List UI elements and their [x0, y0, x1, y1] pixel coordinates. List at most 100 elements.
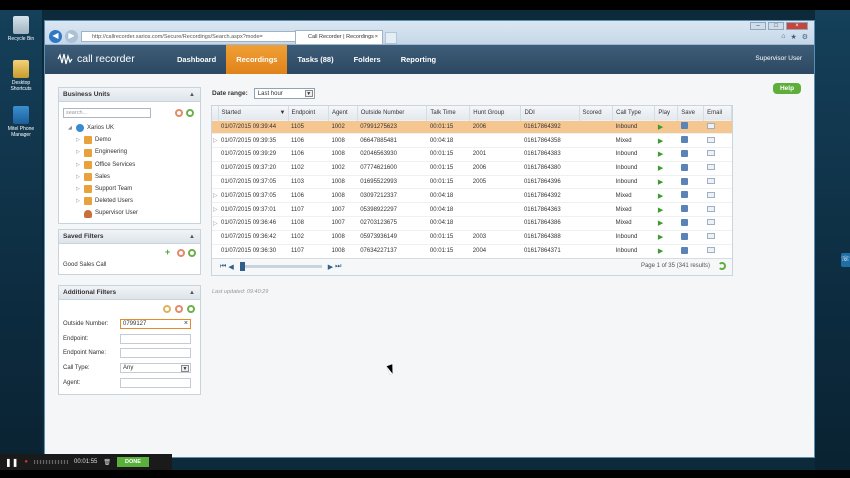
save-icon[interactable]: [680, 191, 688, 199]
tab-close-icon[interactable]: ×: [375, 31, 378, 44]
play-icon[interactable]: ▶: [658, 151, 663, 158]
delete-filter-icon[interactable]: [177, 249, 185, 257]
back-button[interactable]: ◀: [49, 30, 62, 43]
search-icon[interactable]: [163, 305, 171, 313]
email-icon[interactable]: [706, 233, 715, 240]
date-range-select[interactable]: Last hour ▼: [253, 88, 315, 99]
column-header[interactable]: Outside Number: [357, 106, 428, 120]
add-filter-icon[interactable]: +: [165, 247, 170, 257]
table-row[interactable]: ▷ 01/07/2015 09:36:46 1108 1007 02703123675 0…: [212, 216, 732, 231]
home-icon[interactable]: ⌂: [781, 33, 785, 41]
menu-recordings[interactable]: Recordings: [226, 45, 288, 74]
play-icon[interactable]: ▶: [658, 179, 663, 186]
play-icon[interactable]: ▶: [658, 248, 663, 255]
email-icon[interactable]: [706, 164, 715, 171]
clear-search-icon[interactable]: [175, 109, 183, 117]
next-page-icon[interactable]: ▶: [328, 263, 333, 271]
column-header[interactable]: Scored: [579, 106, 614, 120]
recycle-bin-desktop-icon[interactable]: Recycle Bin: [2, 16, 40, 42]
call-type-select[interactable]: Any ▼: [120, 363, 191, 373]
table-row[interactable]: 01/07/2015 09:37:20 1102 1002 07774621600 00…: [212, 160, 732, 176]
play-icon[interactable]: ▶: [658, 207, 663, 214]
email-icon[interactable]: [706, 191, 715, 198]
phone-side-tab-icon[interactable]: ☏: [841, 253, 850, 267]
settings-gear-icon[interactable]: ⚙: [802, 33, 808, 41]
tree-node[interactable]: ◢ Xarios UK: [68, 122, 138, 134]
app-logo[interactable]: call recorder: [57, 53, 135, 65]
menu-folders[interactable]: Folders: [344, 45, 391, 74]
save-icon[interactable]: [680, 232, 688, 240]
table-row[interactable]: 01/07/2015 09:39:29 1106 1008 02046563930 00…: [212, 147, 732, 162]
trash-icon[interactable]: 🗑: [103, 459, 111, 466]
favorites-star-icon[interactable]: ★: [790, 33, 796, 41]
refresh-grid-icon[interactable]: [718, 261, 726, 270]
endpoint-input[interactable]: [120, 334, 191, 344]
saved-filter-item[interactable]: Good Sales Call: [63, 262, 106, 268]
save-icon[interactable]: [680, 246, 688, 254]
column-header[interactable]: Agent: [328, 106, 358, 120]
tree-node[interactable]: ▷ Engineering: [68, 146, 138, 158]
save-icon[interactable]: [680, 218, 688, 226]
page-slider-handle[interactable]: [239, 262, 245, 272]
collapse-icon[interactable]: ▲: [189, 88, 195, 102]
maximize-icon[interactable]: □: [768, 22, 784, 30]
desktop-shortcuts-desktop-icon[interactable]: Desktop Shortcuts: [2, 60, 40, 92]
panel-header[interactable]: Business Units ▲: [59, 88, 200, 102]
mitel-phone-manager-desktop-icon[interactable]: Mitel Phone Manager: [2, 106, 40, 138]
tree-node[interactable]: ▷ Demo: [68, 134, 138, 146]
endpoint-name-input[interactable]: [120, 348, 191, 358]
save-icon[interactable]: [680, 149, 688, 157]
page-slider[interactable]: [239, 262, 322, 272]
refresh-icon[interactable]: [188, 249, 196, 257]
column-header[interactable]: Endpoint: [288, 106, 329, 120]
close-window-icon[interactable]: ×: [786, 22, 808, 30]
tree-node[interactable]: ▷ Sales: [68, 171, 138, 183]
column-header[interactable]: DDI: [520, 106, 580, 120]
panel-header[interactable]: Additional Filters ▲: [59, 286, 200, 300]
email-icon[interactable]: [706, 219, 715, 226]
tree-node[interactable]: Supervisor User: [68, 207, 138, 219]
business-units-search-input[interactable]: search...: [63, 108, 151, 118]
email-icon[interactable]: [706, 122, 715, 129]
menu-reporting[interactable]: Reporting: [391, 45, 446, 74]
tree-node[interactable]: ▷ Support Team: [68, 183, 138, 195]
prev-page-icon[interactable]: ◀: [228, 263, 233, 271]
email-icon[interactable]: [706, 205, 715, 212]
save-icon[interactable]: [680, 122, 688, 130]
tree-node[interactable]: ▷ Office Services: [68, 159, 138, 171]
collapse-icon[interactable]: ▲: [189, 230, 195, 244]
outside-number-input[interactable]: 0799127 ×: [120, 319, 191, 329]
column-header[interactable]: Talk Time: [426, 106, 471, 120]
help-button[interactable]: Help: [773, 83, 801, 94]
save-icon[interactable]: [680, 163, 688, 171]
first-page-icon[interactable]: ⏮: [220, 263, 226, 271]
table-row[interactable]: ▷ 01/07/2015 09:37:01 1107 1007 05398922297 0…: [212, 202, 732, 217]
save-icon[interactable]: [680, 177, 688, 185]
forward-button[interactable]: ▶: [65, 30, 78, 43]
pause-icon[interactable]: ❚❚: [5, 458, 18, 467]
column-header[interactable]: Hunt Group: [469, 106, 522, 120]
collapse-icon[interactable]: ▲: [189, 286, 195, 300]
table-row[interactable]: ▷ 01/07/2015 09:39:35 1106 1008 06647885481 0…: [212, 133, 732, 148]
user-menu[interactable]: Supervisor User: [755, 55, 802, 62]
play-icon[interactable]: ▶: [658, 234, 663, 241]
save-icon[interactable]: [680, 136, 688, 144]
play-icon[interactable]: ▶: [658, 220, 663, 227]
email-icon[interactable]: [706, 247, 715, 254]
done-button[interactable]: DONE: [117, 457, 149, 467]
table-row[interactable]: 01/07/2015 09:36:42 1102 1008 05973936149 00…: [212, 229, 732, 245]
play-icon[interactable]: ▶: [658, 165, 663, 172]
tree-node[interactable]: ▷ Deleted Users: [68, 195, 138, 207]
play-icon[interactable]: ▶: [658, 193, 663, 200]
table-row[interactable]: 01/07/2015 09:39:44 1105 1002 07991275623 00…: [212, 119, 732, 134]
table-row[interactable]: ▷ 01/07/2015 09:37:05 1106 1008 03097212337 0…: [212, 188, 732, 203]
panel-header[interactable]: Saved Filters ▲: [59, 230, 200, 244]
last-page-icon[interactable]: ⏭: [335, 263, 341, 271]
refresh-icon[interactable]: [187, 305, 195, 313]
table-row[interactable]: 01/07/2015 09:37:05 1103 1008 01695522993 00…: [212, 174, 732, 189]
clear-filters-icon[interactable]: [175, 305, 183, 313]
new-tab-button[interactable]: [385, 32, 397, 44]
table-row[interactable]: 01/07/2015 09:36:30 1107 1008 07634227137 00…: [212, 243, 732, 258]
browser-tab[interactable]: Call Recorder | Recordings ×: [295, 30, 383, 44]
column-header[interactable]: Started ▼: [218, 106, 289, 120]
